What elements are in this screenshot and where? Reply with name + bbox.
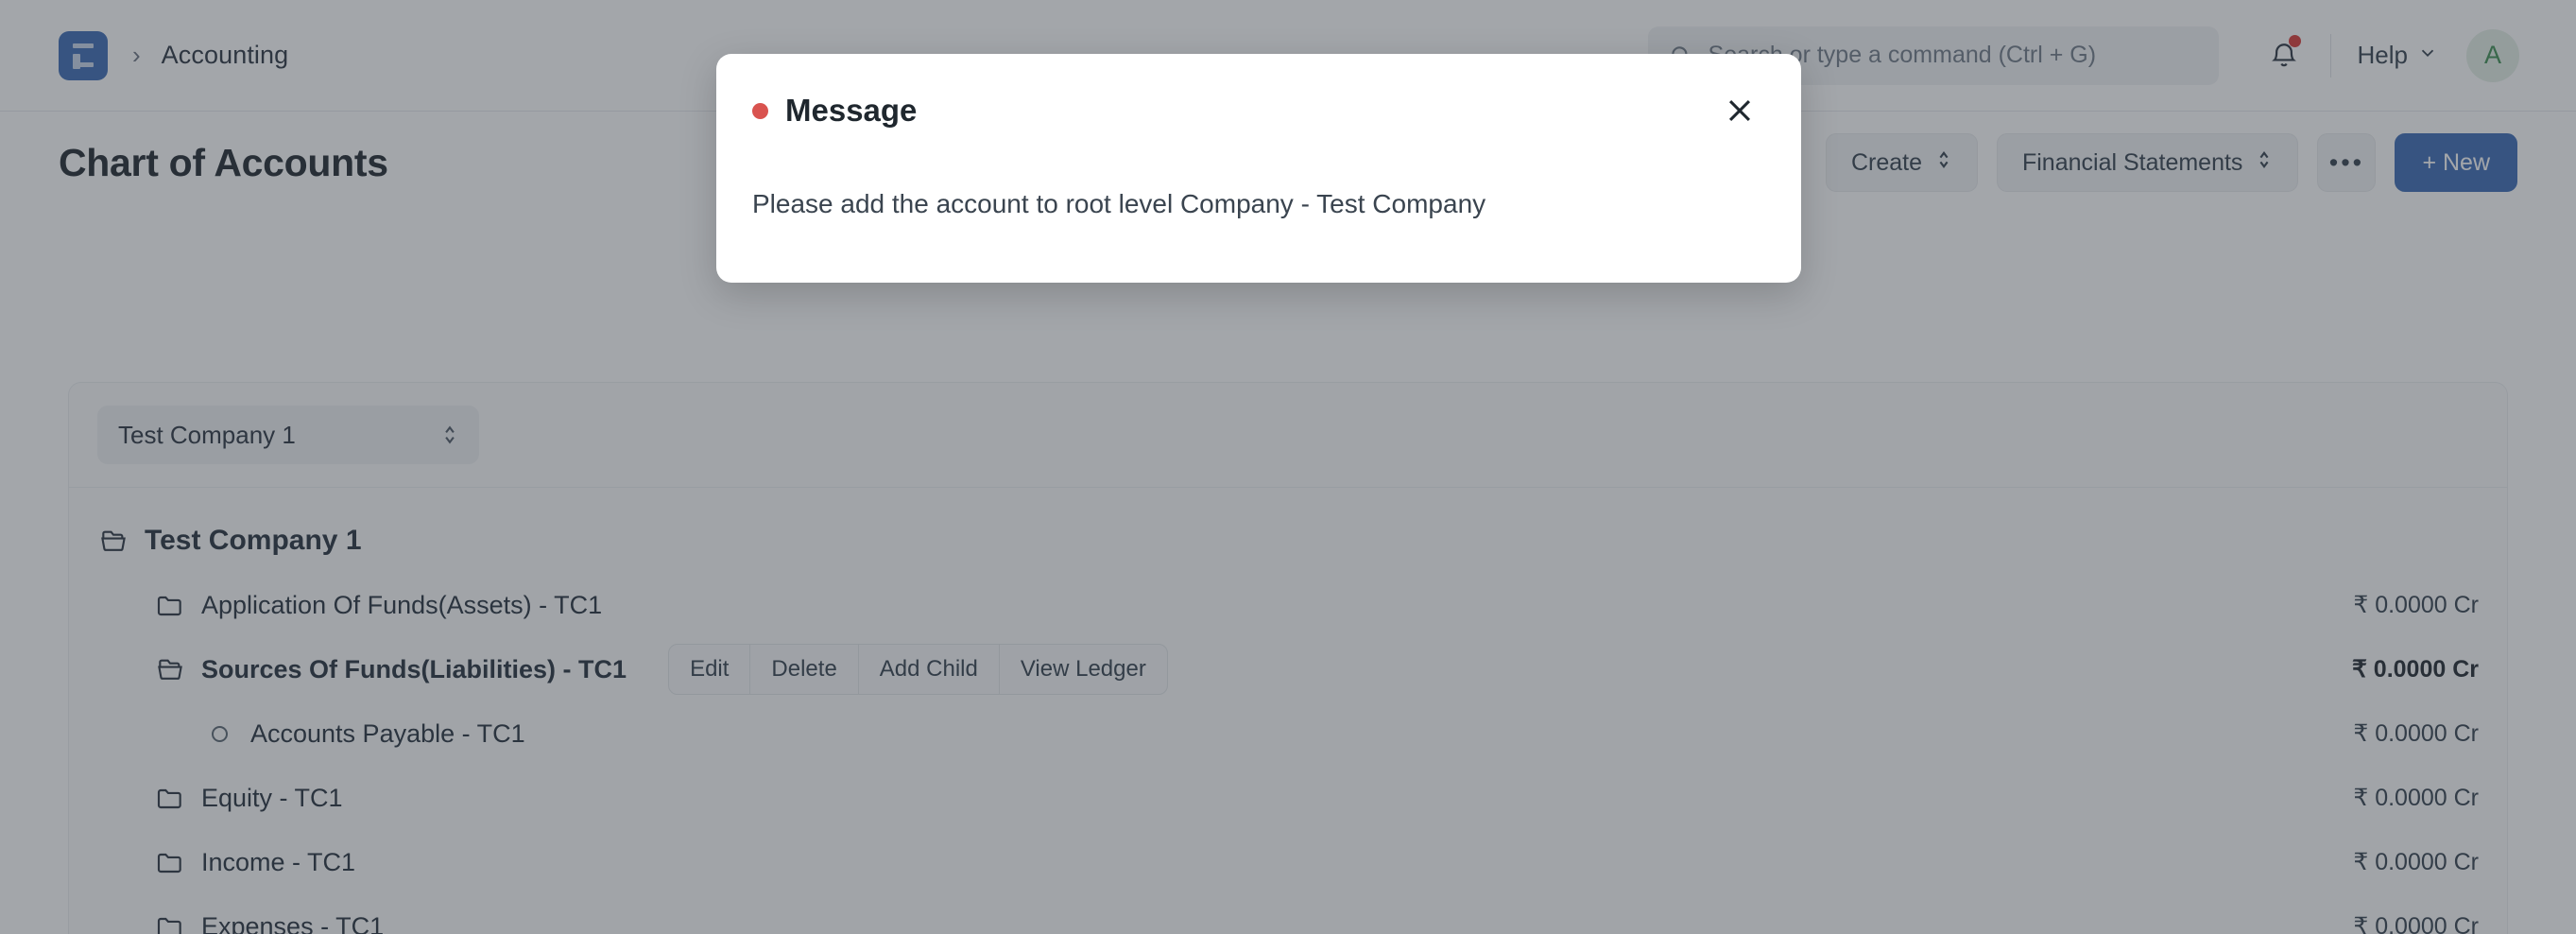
dialog-title: Message <box>785 93 917 129</box>
dialog-header: Message <box>716 54 1801 167</box>
dialog-message: Please add the account to root level Com… <box>716 167 1801 283</box>
app-root: › Accounting Search or type a command (C… <box>0 0 2576 934</box>
close-icon[interactable] <box>1716 87 1763 134</box>
message-dialog: Message Please add the account to root l… <box>716 54 1801 283</box>
status-indicator-dot <box>752 103 768 119</box>
